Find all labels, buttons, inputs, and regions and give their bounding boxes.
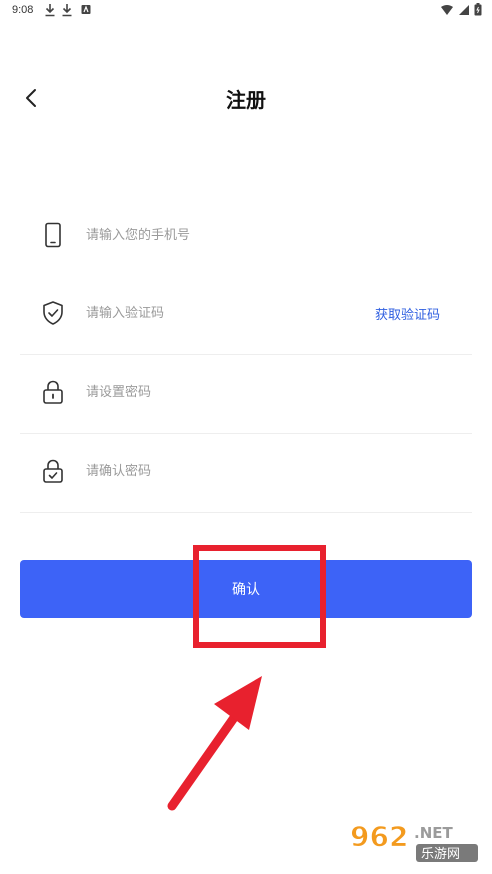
status-bar: 9:08 [0,0,492,22]
shield-check-icon [43,301,63,325]
lock-check-icon [43,459,63,483]
verification-row: 获取验证码 [20,276,472,355]
watermark-logo: 962 .NET 乐游网 [350,820,478,862]
status-right-icons [440,3,482,16]
phone-row [20,198,472,276]
phone-input[interactable] [86,223,346,247]
page-title: 注册 [226,88,266,112]
signal-icon [459,4,469,15]
password-input[interactable] [86,380,346,404]
get-code-button[interactable]: 获取验证码 [375,304,440,323]
phone-icon [45,222,61,248]
download-icon [45,4,55,17]
svg-text:962: 962 [350,820,408,853]
status-time: 9:08 [12,4,34,16]
wifi-icon [441,4,453,15]
annotation-highlight-box [193,545,326,648]
password-row [20,355,472,434]
svg-text:.NET: .NET [414,824,453,842]
download-icon [62,4,72,17]
confirm-password-row [20,434,472,513]
battery-icon [474,3,482,16]
lock-icon [43,380,63,404]
svg-text:乐游网: 乐游网 [421,847,460,862]
app-notification-icon [81,5,91,14]
confirm-password-input[interactable] [86,459,346,483]
verification-code-input[interactable] [86,301,346,325]
